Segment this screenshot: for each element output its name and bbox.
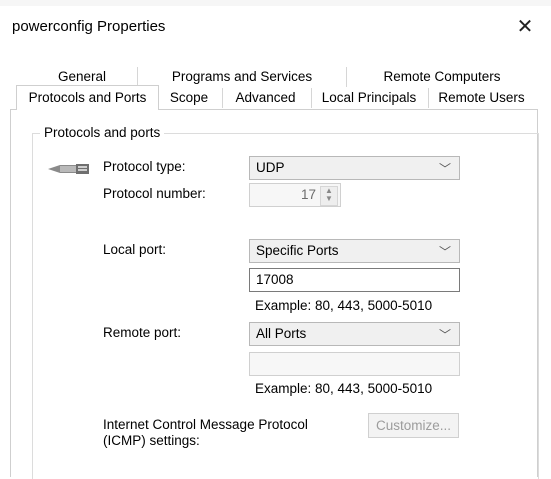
tab-divider: [346, 67, 347, 87]
close-icon[interactable]: ✕: [514, 14, 536, 39]
remote-port-mode: All Ports: [256, 326, 307, 341]
protocol-type-label: Protocol type:: [103, 159, 186, 174]
customize-button[interactable]: Customize...: [368, 413, 459, 438]
remote-port-dropdown[interactable]: All Ports ﹀: [249, 322, 460, 346]
dialog-title: powerconfig Properties: [12, 18, 166, 35]
tab-remote-users[interactable]: Remote Users: [435, 88, 528, 108]
spinner-arrows-icon[interactable]: ▲ ▼: [320, 186, 338, 206]
tab-divider: [311, 88, 312, 108]
tab-divider: [428, 88, 429, 108]
tab-advanced[interactable]: Advanced: [228, 88, 303, 108]
local-port-mode: Specific Ports: [256, 243, 339, 258]
protocol-type-dropdown[interactable]: UDP ﹀: [249, 156, 460, 180]
tab-programs-and-services[interactable]: Programs and Services: [160, 67, 324, 87]
protocol-number-spinner[interactable]: 17 ▲ ▼: [249, 183, 341, 207]
tab-divider: [222, 88, 223, 108]
tab-local-principals[interactable]: Local Principals: [316, 88, 422, 108]
chevron-down-icon: ﹀: [438, 245, 451, 259]
tab-general[interactable]: General: [52, 67, 112, 87]
remote-port-example: Example: 80, 443, 5000-5010: [255, 381, 433, 396]
group-label: Protocols and ports: [40, 125, 165, 140]
tab-protocols-and-ports[interactable]: Protocols and Ports: [16, 85, 159, 110]
remote-port-label: Remote port:: [103, 325, 182, 340]
tab-scope[interactable]: Scope: [163, 88, 215, 108]
tab-divider: [137, 67, 138, 87]
icmp-label-line1: Internet Control Message Protocol: [103, 417, 308, 432]
local-port-label: Local port:: [103, 242, 167, 257]
protocol-number-value: 17: [300, 187, 316, 202]
icmp-label-line2: (ICMP) settings:: [103, 433, 200, 448]
protocol-number-label: Protocol number:: [103, 186, 206, 201]
local-port-dropdown[interactable]: Specific Ports ﹀: [249, 239, 460, 263]
protocol-type-value: UDP: [256, 160, 285, 175]
local-port-value: 17008: [256, 272, 294, 287]
network-cable-icon: [48, 164, 89, 174]
local-port-input[interactable]: 17008: [249, 268, 460, 292]
local-port-example: Example: 80, 443, 5000-5010: [255, 298, 433, 313]
remote-port-input[interactable]: [249, 352, 460, 376]
tab-remote-computers[interactable]: Remote Computers: [380, 67, 504, 87]
chevron-down-icon: ﹀: [438, 328, 451, 342]
chevron-down-icon: ﹀: [438, 162, 451, 176]
